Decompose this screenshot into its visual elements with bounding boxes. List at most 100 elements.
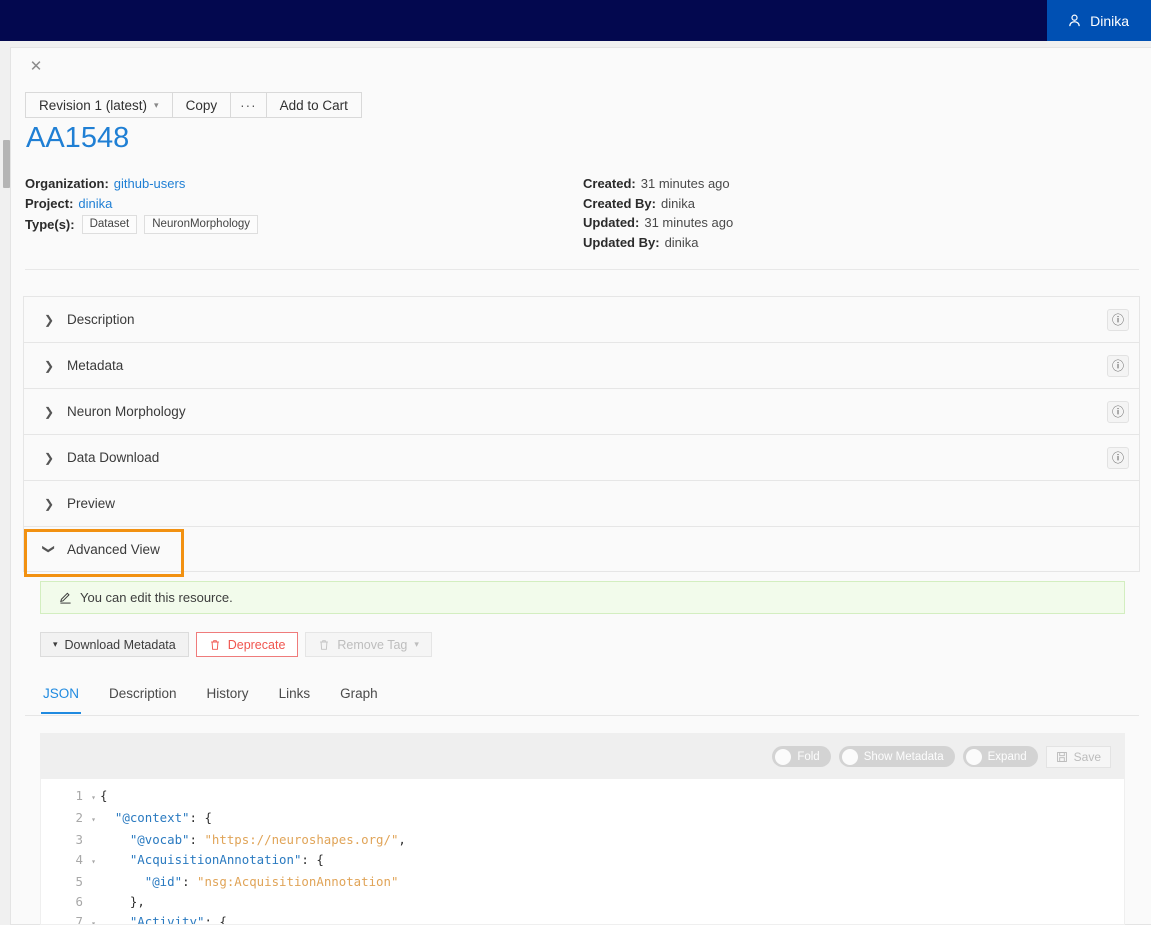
code-line: 4 ▾ "AcquisitionAnnotation": { <box>41 850 1124 872</box>
section-neuron-morphology[interactable]: ❯ Neuron Morphology ⓘ <box>23 388 1140 434</box>
more-options-button[interactable]: ··· <box>230 92 267 118</box>
fold-arrow-icon[interactable]: ▾ <box>87 788 100 808</box>
resource-action-toolbar: Revision 1 (latest) ▾ Copy ··· Add to Ca… <box>25 92 362 118</box>
deprecate-button[interactable]: Deprecate <box>195 632 299 657</box>
code-line-text: }, <box>129 894 145 909</box>
code-line: 7 ▾ "Activity": { <box>41 912 1124 925</box>
copy-button[interactable]: Copy <box>171 92 232 118</box>
tab-history[interactable]: History <box>205 672 251 713</box>
info-icon[interactable]: ⓘ <box>1107 308 1129 331</box>
user-icon <box>1067 13 1082 28</box>
code-line: 2 ▾ "@context": { <box>41 808 1124 830</box>
tab-graph[interactable]: Graph <box>338 672 380 713</box>
resource-meta-left: Organization: github-users Project: dini… <box>25 174 259 235</box>
section-label: Metadata <box>67 358 124 373</box>
user-name-label: Dinika <box>1090 12 1129 29</box>
fold-arrow-icon[interactable]: ▾ <box>87 914 100 924</box>
toggle-knob <box>841 748 858 765</box>
show-metadata-toggle[interactable]: Show Metadata <box>838 746 955 767</box>
tab-json[interactable]: JSON <box>41 672 82 714</box>
close-icon[interactable]: ✕ <box>26 56 46 76</box>
section-label: Neuron Morphology <box>67 404 186 419</box>
top-navigation-bar: Dinika <box>0 0 1151 41</box>
code-line-text: "Activity": { <box>129 914 227 925</box>
section-preview[interactable]: ❯ Preview <box>23 480 1140 526</box>
more-options-icon: ··· <box>240 97 257 113</box>
resource-meta-right: Created: 31 minutes ago Created By: dini… <box>583 174 733 252</box>
revision-selector-button[interactable]: Revision 1 (latest) ▾ <box>25 92 173 118</box>
chevron-down-icon: ▾ <box>154 99 159 110</box>
json-editor-panel: Fold Show Metadata Expand Save 1 ▾{2 ▾ "@c… <box>40 733 1125 925</box>
updated-value: 31 minutes ago <box>644 215 734 231</box>
section-label: Advanced View <box>67 541 160 557</box>
code-line-text: "@context": { <box>114 810 212 825</box>
chevron-right-icon: ❯ <box>43 496 55 511</box>
expand-toggle-label: Expand <box>987 750 1027 763</box>
download-metadata-label: Download Metadata <box>64 637 176 652</box>
revision-label: Revision 1 (latest) <box>39 97 148 113</box>
created-by-value: dinika <box>660 195 695 211</box>
updated-by-value: dinika <box>664 234 699 250</box>
trash-icon <box>318 639 330 651</box>
expand-toggle[interactable]: Expand <box>962 746 1038 767</box>
updated-row: Updated: 31 minutes ago <box>583 213 733 233</box>
updated-by-label: Updated By: <box>583 234 660 250</box>
code-line: 5 "@id": "nsg:AcquisitionAnnotation" <box>41 872 1124 892</box>
line-number: 3 <box>75 832 83 847</box>
save-label: Save <box>1073 749 1101 764</box>
type-tag-dataset[interactable]: Dataset <box>81 215 138 235</box>
section-advanced-view[interactable]: ❯ Advanced View <box>23 526 1140 577</box>
info-icon[interactable]: ⓘ <box>1107 354 1129 377</box>
json-code-content[interactable]: 1 ▾{2 ▾ "@context": {3 "@vocab": "https://… <box>41 779 1124 925</box>
add-to-cart-button[interactable]: Add to Cart <box>265 92 362 118</box>
info-icon[interactable]: ⓘ <box>1107 446 1129 469</box>
add-to-cart-label: Add to Cart <box>279 97 348 113</box>
section-data-download[interactable]: ❯ Data Download ⓘ <box>23 434 1140 480</box>
created-label: Created: <box>583 176 636 191</box>
toggle-knob <box>775 748 792 765</box>
project-link[interactable]: dinika <box>78 194 112 214</box>
organization-label: Organization: <box>25 176 109 191</box>
updated-label: Updated: <box>583 215 640 231</box>
meta-divider <box>25 269 1139 270</box>
toggle-knob <box>965 748 982 765</box>
code-line-text: { <box>100 788 108 803</box>
type-tag-neuronmorphology[interactable]: NeuronMorphology <box>144 215 259 235</box>
edit-permission-notice: You can edit this resource. <box>40 581 1125 614</box>
chevron-down-icon: ▾ <box>414 639 419 649</box>
user-menu-button[interactable]: Dinika <box>1047 0 1151 41</box>
edit-notice-text: You can edit this resource. <box>80 590 233 605</box>
created-row: Created: 31 minutes ago <box>583 174 733 194</box>
organization-row: Organization: github-users <box>25 174 258 194</box>
chevron-right-icon: ❯ <box>43 450 55 465</box>
fold-arrow-icon[interactable]: ▾ <box>87 852 100 872</box>
tab-links[interactable]: Links <box>277 672 313 713</box>
download-metadata-button[interactable]: ▾ Download Metadata <box>40 632 189 657</box>
info-icon[interactable]: ⓘ <box>1107 400 1129 423</box>
code-line-text: "@id": "nsg:AcquisitionAnnotation" <box>144 874 399 889</box>
chevron-right-icon: ❯ <box>43 312 55 327</box>
line-number: 6 <box>75 894 83 909</box>
fold-arrow-icon[interactable]: ▾ <box>87 810 100 830</box>
code-line: 3 "@vocab": "https://neuroshapes.org/", <box>41 830 1124 850</box>
project-label: Project: <box>25 195 74 211</box>
save-button: Save <box>1045 745 1111 768</box>
sidebar-resize-handle[interactable] <box>3 140 10 188</box>
line-number: 7 <box>75 914 83 925</box>
resource-sections-accordion: ❯ Description ⓘ ❯ Metadata ⓘ ❯ Neuron Mo… <box>23 296 1140 577</box>
section-description[interactable]: ❯ Description ⓘ <box>23 296 1140 342</box>
section-metadata[interactable]: ❯ Metadata ⓘ <box>23 342 1140 388</box>
advanced-view-toolbar: ▾ Download Metadata Deprecate Remove Tag… <box>40 632 432 657</box>
section-label: Preview <box>67 496 116 511</box>
organization-link[interactable]: github-users <box>114 174 186 194</box>
created-value: 31 minutes ago <box>640 176 730 191</box>
fold-toggle[interactable]: Fold <box>772 746 831 767</box>
pencil-icon <box>59 591 72 604</box>
copy-label: Copy <box>185 97 218 113</box>
line-number: 1 <box>75 788 83 803</box>
chevron-right-icon: ❯ <box>43 404 55 419</box>
show-metadata-toggle-label: Show Metadata <box>863 750 944 763</box>
code-line-text: "AcquisitionAnnotation": { <box>129 852 324 867</box>
tab-description[interactable]: Description <box>107 672 179 713</box>
line-number: 2 <box>75 810 83 825</box>
